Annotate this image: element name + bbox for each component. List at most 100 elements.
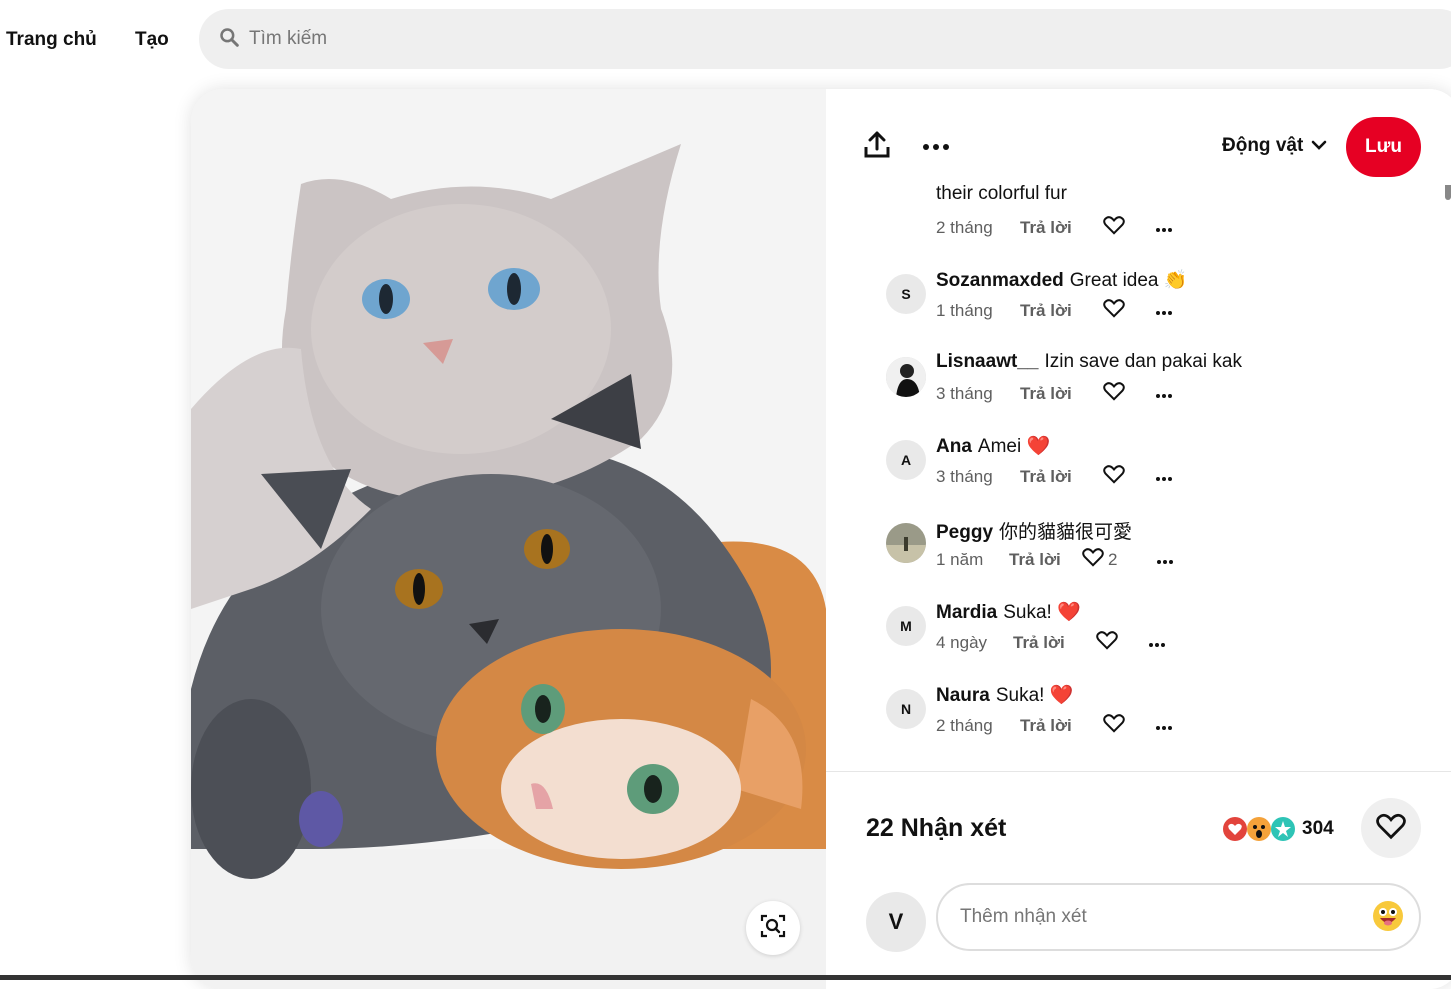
heart-outline-icon [1103, 464, 1125, 489]
share-icon[interactable] [864, 131, 890, 164]
heart-outline-icon [1103, 381, 1125, 406]
top-navigation: Trang chủ Tạo [0, 0, 1451, 82]
comment-text: Naura Suka! ❤️ [936, 683, 1073, 707]
reply-button[interactable]: Trả lời [1009, 550, 1082, 570]
partial-comment-text: their colorful fur [936, 185, 1067, 204]
comment-body: Great idea [1069, 270, 1159, 291]
comment-username[interactable]: Lisnaawt__ [936, 351, 1038, 372]
board-selector[interactable]: Động vật [1222, 135, 1327, 157]
current-user-avatar[interactable]: V [866, 892, 926, 952]
react-button[interactable] [1361, 798, 1421, 858]
partial-comment-meta: 2 tháng Trả lời [936, 215, 1173, 240]
heart-outline-icon [1103, 298, 1125, 323]
emoji-picker-icon[interactable] [1371, 899, 1405, 933]
comment-time: 3 tháng [936, 383, 993, 403]
avatar[interactable] [886, 523, 926, 563]
comment-more-icon[interactable] [1155, 716, 1173, 736]
reply-button[interactable]: Trả lời [1013, 633, 1096, 653]
nav-create[interactable]: Tạo [135, 29, 169, 51]
comment-time: 2 tháng [936, 217, 993, 237]
visual-search-icon [760, 913, 786, 944]
like-comment-button[interactable] [1103, 298, 1155, 323]
comment-item: Peggy 你的貓貓很可愛 1 năm Trả lời 2 [886, 517, 1446, 587]
like-count: 2 [1108, 549, 1118, 569]
avatar[interactable] [886, 357, 926, 397]
comment-username[interactable]: Naura [936, 685, 990, 706]
comment-meta: 1 tháng Trả lời [936, 298, 1173, 323]
reply-button[interactable]: Trả lời [1020, 301, 1103, 321]
search-icon [219, 27, 239, 52]
comment-item: A Ana Amei ❤️ 3 tháng Trả lời [886, 434, 1446, 504]
comment-username[interactable]: Ana [936, 436, 972, 457]
pin-card: Động vật Lưu their colorful fur 2 tháng … [191, 89, 1451, 989]
comment-body: Suka! [995, 685, 1045, 706]
visual-search-button[interactable] [746, 901, 800, 955]
comment-meta: 4 ngày Trả lời [936, 630, 1166, 655]
comment-item: Lisnaawt__ Izin save dan pakai kak 3 thán… [886, 351, 1446, 421]
reply-button[interactable]: Trả lời [1020, 716, 1103, 736]
reactions-count: 304 [1302, 818, 1334, 839]
like-comment-button[interactable] [1103, 381, 1155, 406]
pin-actions: Động vật Lưu [826, 89, 1451, 185]
comment-text: Peggy 你的貓貓很可愛 [936, 517, 1132, 544]
search-bar[interactable] [199, 9, 1451, 69]
comment-count: 22 Nhận xét [866, 814, 1007, 842]
pin-image[interactable] [191, 89, 826, 989]
comment-meta: 3 tháng Trả lời [936, 381, 1173, 406]
comment-meta: 1 năm Trả lời 2 [936, 547, 1174, 572]
nav-home[interactable]: Trang chủ [6, 29, 97, 51]
avatar[interactable]: A [886, 440, 926, 480]
comment-item: S Sozanmaxded Great idea 👏 1 tháng Trả lờ… [886, 268, 1446, 338]
love-reaction-icon [1223, 817, 1247, 841]
comment-body: Amei [977, 436, 1022, 457]
comment-body: Suka! [1003, 602, 1052, 623]
comment-item: N Naura Suka! ❤️ 2 tháng Trả lời [886, 683, 1446, 753]
comment-more-icon[interactable] [1155, 467, 1173, 487]
search-input[interactable] [249, 28, 1149, 50]
like-comment-button[interactable] [1103, 713, 1155, 738]
comment-time: 4 ngày [936, 632, 988, 652]
comment-time: 1 năm [936, 549, 984, 569]
red-heart-icon: ❤️ [1049, 685, 1074, 706]
comment-more-icon[interactable] [1156, 550, 1174, 570]
board-selector-label: Động vật [1222, 135, 1304, 156]
heart-outline-icon [1082, 547, 1104, 572]
heart-outline-icon [1103, 215, 1125, 240]
wow-reaction-icon [1247, 817, 1271, 841]
like-comment-button[interactable] [1096, 630, 1148, 655]
avatar[interactable]: N [886, 689, 926, 729]
heart-outline-icon [1096, 630, 1118, 655]
like-comment-button[interactable]: 2 [1082, 547, 1156, 572]
red-heart-icon: ❤️ [1057, 602, 1081, 623]
comment-time: 3 tháng [936, 466, 993, 486]
pin-details-panel: Động vật Lưu their colorful fur 2 tháng … [826, 89, 1451, 989]
comment-username[interactable]: Sozanmaxded [936, 270, 1064, 291]
comment-time: 1 tháng [936, 300, 993, 320]
save-button[interactable]: Lưu [1346, 117, 1421, 177]
avatar[interactable]: M [886, 606, 926, 646]
comments-list[interactable]: their colorful fur 2 tháng Trả lời S Soz… [826, 185, 1451, 771]
reply-button[interactable]: Trả lời [1020, 384, 1103, 404]
comment-emoji: 👏 [1163, 270, 1188, 291]
more-options-icon[interactable] [922, 139, 950, 157]
like-comment-button[interactable] [1103, 464, 1155, 489]
comment-more-icon[interactable] [1155, 218, 1173, 238]
heart-outline-icon [1376, 812, 1406, 845]
comment-text: Mardia Suka! ❤️ [936, 600, 1081, 624]
partial-comment: their colorful fur [936, 185, 1067, 205]
comment-meta: 2 tháng Trả lời [936, 713, 1173, 738]
comment-username[interactable]: Mardia [936, 602, 997, 623]
comment-box[interactable] [936, 883, 1421, 951]
reply-button[interactable]: Trả lời [1020, 467, 1103, 487]
comment-meta: 3 tháng Trả lời [936, 464, 1173, 489]
comment-more-icon[interactable] [1155, 301, 1173, 321]
comment-more-icon[interactable] [1148, 633, 1166, 653]
reactions-summary[interactable]: 304 [1222, 816, 1334, 842]
avatar[interactable]: S [886, 274, 926, 314]
reply-button[interactable]: Trả lời [1020, 218, 1103, 238]
comment-username[interactable]: Peggy [936, 522, 993, 543]
comment-more-icon[interactable] [1155, 384, 1173, 404]
heart-outline-icon [1103, 713, 1125, 738]
comment-input[interactable] [960, 906, 1360, 928]
like-comment-button[interactable] [1103, 215, 1155, 240]
